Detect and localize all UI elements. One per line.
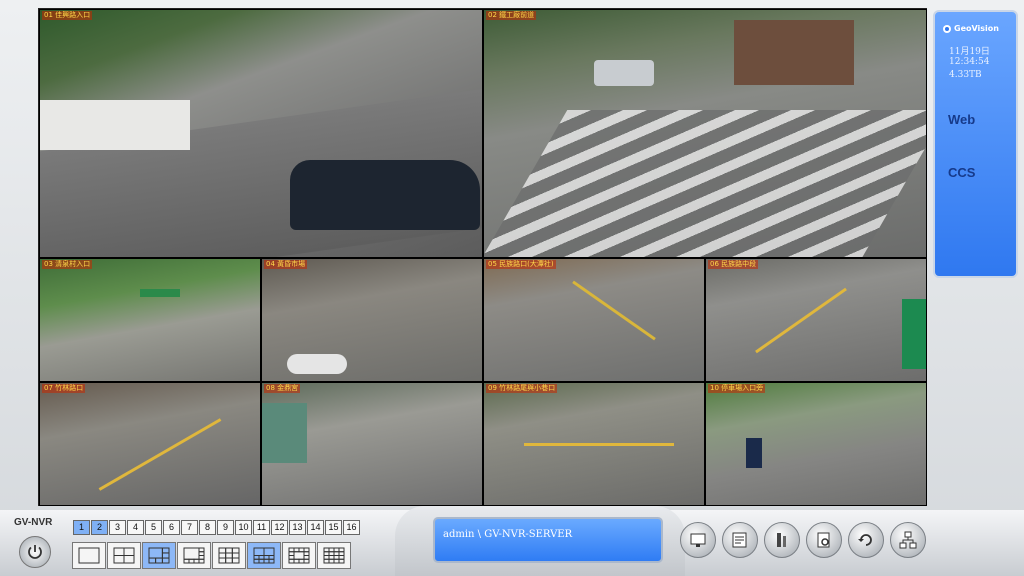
camera-tab-14[interactable]: 14 [307, 520, 324, 535]
camera-tab-3[interactable]: 3 [109, 520, 126, 535]
search-icon [817, 532, 830, 548]
layout-3x3-button[interactable] [212, 542, 246, 569]
camera-tab-11[interactable]: 11 [253, 520, 270, 535]
status-panel: GeoVision 11月19日 12:34:54 4.33TB Web CCS [933, 10, 1018, 278]
camera-view-9[interactable]: 09 竹林路尾與小巷口 [483, 382, 705, 506]
camera-view-2[interactable]: 02 鐵工廠前道 [483, 9, 927, 258]
monitor-button[interactable] [680, 522, 716, 558]
video-grid: 01 佳興路入口 02 鐵工廠前道 03 清泉村入口 04 黃昏市場 05 民族… [38, 8, 927, 506]
camera-tab-15[interactable]: 15 [325, 520, 342, 535]
power-icon [28, 545, 42, 559]
layout-2x2-button[interactable] [107, 542, 141, 569]
camera-label: 02 鐵工廠前道 [486, 11, 537, 20]
geovision-logo-icon [943, 24, 951, 33]
camera-view-6[interactable]: 06 民族路中段 [705, 258, 927, 382]
ccs-link[interactable]: CCS [948, 165, 975, 180]
camera-tab-7[interactable]: 7 [181, 520, 198, 535]
camera-label: 10 停車場入口旁 [708, 384, 766, 393]
tool-buttons [680, 522, 926, 558]
storage-display: 4.33TB [949, 70, 982, 80]
camera-tab-4[interactable]: 4 [127, 520, 144, 535]
camera-label: 04 黃昏市場 [264, 260, 308, 269]
camera-label: 01 佳興路入口 [42, 11, 93, 20]
layout-4x4-button[interactable] [317, 542, 351, 569]
camera-label: 08 金鼎宮 [264, 384, 301, 393]
layout-selector [72, 542, 351, 569]
camera-tab-16[interactable]: 16 [343, 520, 360, 535]
layout-1-plus-5-button[interactable] [142, 542, 176, 569]
network-button[interactable] [890, 522, 926, 558]
power-button[interactable] [19, 536, 51, 568]
tools-icon [777, 533, 786, 547]
camera-tab-1[interactable]: 1 [73, 520, 90, 535]
login-status-text: admin \ GV-NVR-SERVER [443, 529, 573, 540]
camera-view-5[interactable]: 05 民族路口(大潭社) [483, 258, 705, 382]
layout-1-plus-7-button[interactable] [177, 542, 211, 569]
camera-tab-13[interactable]: 13 [289, 520, 306, 535]
camera-tab-2[interactable]: 2 [91, 520, 108, 535]
camera-view-8[interactable]: 08 金鼎宮 [261, 382, 483, 506]
schedule-button[interactable] [722, 522, 758, 558]
layout-1-plus-12-button[interactable] [282, 542, 316, 569]
date-display: 11月19日 [949, 47, 990, 57]
refresh-button[interactable] [848, 522, 884, 558]
camera-view-7[interactable]: 07 竹林路口 [39, 382, 261, 506]
camera-tab-5[interactable]: 5 [145, 520, 162, 535]
camera-tab-10[interactable]: 10 [235, 520, 252, 535]
refresh-icon [858, 534, 872, 546]
login-status-box: admin \ GV-NVR-SERVER [433, 517, 663, 563]
layout-1x1-icon [78, 547, 100, 564]
layout-3x3-icon [218, 547, 240, 564]
layout-2-plus-8-icon [253, 547, 275, 564]
camera-label: 06 民族路中段 [708, 260, 759, 269]
camera-label: 09 竹林路尾與小巷口 [486, 384, 558, 393]
app-title: GV-NVR [14, 517, 53, 528]
layout-2-plus-8-button[interactable] [247, 542, 281, 569]
camera-tab-12[interactable]: 12 [271, 520, 288, 535]
layout-1-plus-12-icon [288, 547, 310, 564]
gv-nvr-window: 01 佳興路入口 02 鐵工廠前道 03 清泉村入口 04 黃昏市場 05 民族… [0, 0, 1024, 576]
web-link[interactable]: Web [948, 112, 975, 127]
monitor-icon [690, 533, 706, 547]
camera-label: 05 民族路口(大潭社) [486, 260, 556, 269]
time-display: 12:34:54 [949, 57, 990, 67]
layout-1x1-button[interactable] [72, 542, 106, 569]
brand-name: GeoVision [954, 24, 999, 33]
camera-view-1[interactable]: 01 佳興路入口 [39, 9, 483, 258]
geovision-logo: GeoVision [943, 24, 999, 33]
camera-view-10[interactable]: 10 停車場入口旁 [705, 382, 927, 506]
camera-label: 03 清泉村入口 [42, 260, 93, 269]
camera-label: 07 竹林路口 [42, 384, 86, 393]
layout-2x2-icon [113, 547, 135, 564]
schedule-icon [732, 532, 747, 548]
camera-tab-8[interactable]: 8 [199, 520, 216, 535]
camera-tab-9[interactable]: 9 [217, 520, 234, 535]
network-icon [899, 531, 917, 549]
layout-1-plus-5-icon [148, 547, 170, 564]
tools-button[interactable] [764, 522, 800, 558]
layout-4x4-icon [323, 547, 345, 564]
layout-1-plus-7-icon [183, 547, 205, 564]
camera-page-tabs: 1 2 3 4 5 6 7 8 9 10 11 12 13 14 15 16 [73, 520, 360, 535]
camera-tab-6[interactable]: 6 [163, 520, 180, 535]
camera-view-3[interactable]: 03 清泉村入口 [39, 258, 261, 382]
search-button[interactable] [806, 522, 842, 558]
camera-view-4[interactable]: 04 黃昏市場 [261, 258, 483, 382]
